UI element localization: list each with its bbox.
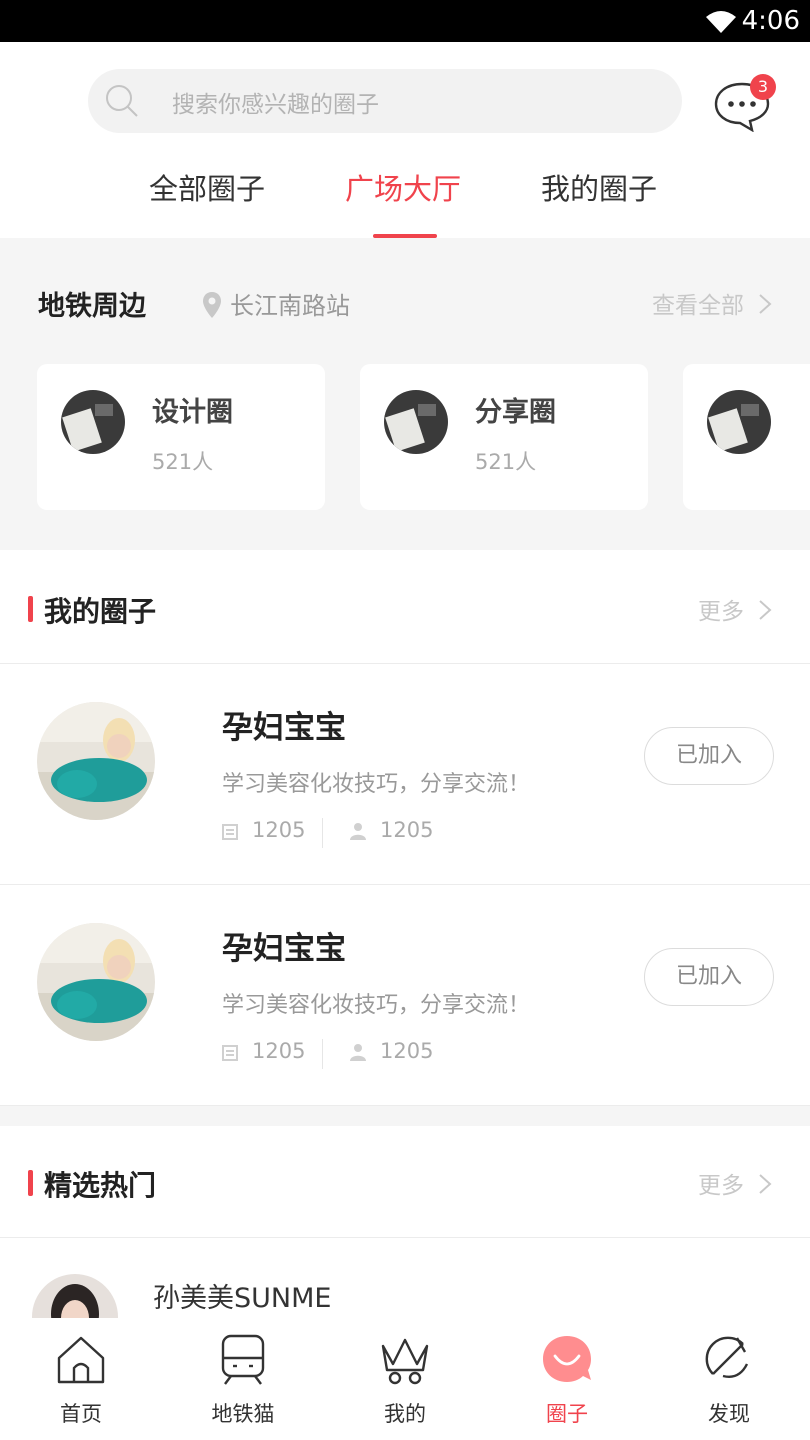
group-stats: 1205 1205: [222, 1039, 482, 1069]
messages-button[interactable]: 3: [712, 74, 776, 133]
author-avatar[interactable]: [32, 1274, 118, 1318]
joined-button[interactable]: 已加入: [644, 948, 774, 1006]
tab-home[interactable]: 首页: [0, 1318, 162, 1440]
circle-member-count: 521人: [152, 450, 214, 474]
circle-card[interactable]: 设计圈 521人: [37, 364, 325, 510]
tab-discover[interactable]: 发现: [648, 1318, 810, 1440]
stats-divider: [322, 1039, 323, 1069]
status-bar: 4:06: [0, 0, 810, 42]
hot-title: 精选热门: [44, 1169, 157, 1202]
tab-bar-top: 全部圈子 广场大厅 我的圈子: [0, 162, 810, 238]
circle-name: 设计圈: [152, 397, 233, 428]
search-icon: [106, 85, 138, 117]
crown-icon: [381, 1338, 429, 1385]
chevron-right-icon: [759, 294, 772, 314]
group-avatar: [37, 702, 155, 820]
tab-mine[interactable]: 我的: [324, 1318, 486, 1440]
group-stats: 1205 1205: [222, 818, 482, 848]
tab-circles[interactable]: 圈子: [486, 1318, 648, 1440]
hot-post[interactable]: 孙美美SUNME: [0, 1238, 810, 1318]
metro-section-title: 地铁周边: [38, 291, 146, 322]
tab-metro-cat[interactable]: 地铁猫: [162, 1318, 324, 1440]
chevron-right-icon: [759, 600, 772, 620]
posts-icon: [222, 824, 238, 840]
discover-icon: [705, 1336, 749, 1378]
circle-chat-icon: [543, 1336, 591, 1382]
posts-icon: [222, 1045, 238, 1061]
group-avatar: [37, 923, 155, 1041]
tab-label: 圈子: [546, 1402, 588, 1426]
wifi-icon: [706, 11, 736, 33]
circle-thumbnail: [61, 390, 125, 454]
group-row[interactable]: 孕妇宝宝 学习美容化妆技巧，分享交流！ 1205 1205 已加入: [0, 664, 810, 885]
stats-divider: [322, 818, 323, 848]
metro-train-icon: [221, 1334, 265, 1385]
tab-all-circles[interactable]: 全部圈子: [149, 166, 265, 208]
member-count: 1205: [350, 1039, 433, 1063]
post-count: 1205: [222, 1039, 305, 1063]
my-circles-header: 我的圈子 更多: [0, 552, 810, 664]
search-placeholder: 搜索你感兴趣的圈子: [172, 92, 379, 118]
group-description: 学习美容化妆技巧，分享交流！: [222, 993, 531, 1018]
metro-nearby-section: 地铁周边 长江南路站 查看全部 设计圈 521人 分享圈 521人: [0, 238, 810, 550]
more-label: 更多: [698, 599, 744, 625]
circle-member-count: 521人: [475, 450, 537, 474]
member-count: 1205: [350, 818, 433, 842]
home-icon: [57, 1336, 105, 1384]
circle-thumbnail: [384, 390, 448, 454]
user-icon: [350, 1044, 366, 1061]
view-all-label: 查看全部: [652, 293, 744, 319]
view-all-link[interactable]: 查看全部: [652, 286, 772, 320]
my-circles-more-link[interactable]: 更多: [698, 592, 772, 626]
station-name: 长江南路站: [230, 292, 350, 320]
search-input[interactable]: 搜索你感兴趣的圈子: [88, 69, 682, 133]
message-count-badge: 3: [750, 74, 776, 100]
station-location[interactable]: 长江南路站: [202, 286, 350, 321]
location-pin-icon: [203, 292, 221, 318]
group-name: 孕妇宝宝: [222, 710, 346, 746]
tab-label: 我的: [384, 1402, 426, 1426]
group-description: 学习美容化妆技巧，分享交流！: [222, 772, 531, 797]
section-accent-bar: [28, 596, 33, 622]
tab-label: 发现: [708, 1402, 750, 1426]
chevron-right-icon: [759, 1174, 772, 1194]
joined-button[interactable]: 已加入: [644, 727, 774, 785]
group-name: 孕妇宝宝: [222, 931, 346, 967]
post-count: 1205: [222, 818, 305, 842]
user-icon: [350, 823, 366, 840]
bottom-tab-bar: 首页 地铁猫 我的 圈子 发现: [0, 1318, 810, 1440]
clock: 4:06: [741, 6, 800, 36]
tab-my-circles[interactable]: 我的圈子: [541, 166, 657, 208]
section-accent-bar: [28, 1170, 33, 1196]
more-label: 更多: [698, 1173, 744, 1199]
hot-header: 精选热门 更多: [0, 1126, 810, 1238]
tab-label: 首页: [60, 1402, 102, 1426]
author-name: 孙美美SUNME: [153, 1283, 332, 1314]
my-circles-title: 我的圈子: [44, 595, 157, 628]
tab-plaza[interactable]: 广场大厅: [345, 166, 461, 208]
tab-label: 地铁猫: [211, 1402, 275, 1426]
circle-card[interactable]: 分享圈 521人: [360, 364, 648, 510]
circle-thumbnail: [707, 390, 771, 454]
header: 搜索你感兴趣的圈子 3 全部圈子 广场大厅 我的圈子: [0, 42, 810, 238]
section-gap: [0, 1106, 810, 1126]
hot-more-link[interactable]: 更多: [698, 1166, 772, 1200]
circle-name: 分享圈: [475, 397, 556, 428]
circle-card-partial[interactable]: [683, 364, 810, 510]
group-row[interactable]: 孕妇宝宝 学习美容化妆技巧，分享交流！ 1205 1205 已加入: [0, 885, 810, 1106]
